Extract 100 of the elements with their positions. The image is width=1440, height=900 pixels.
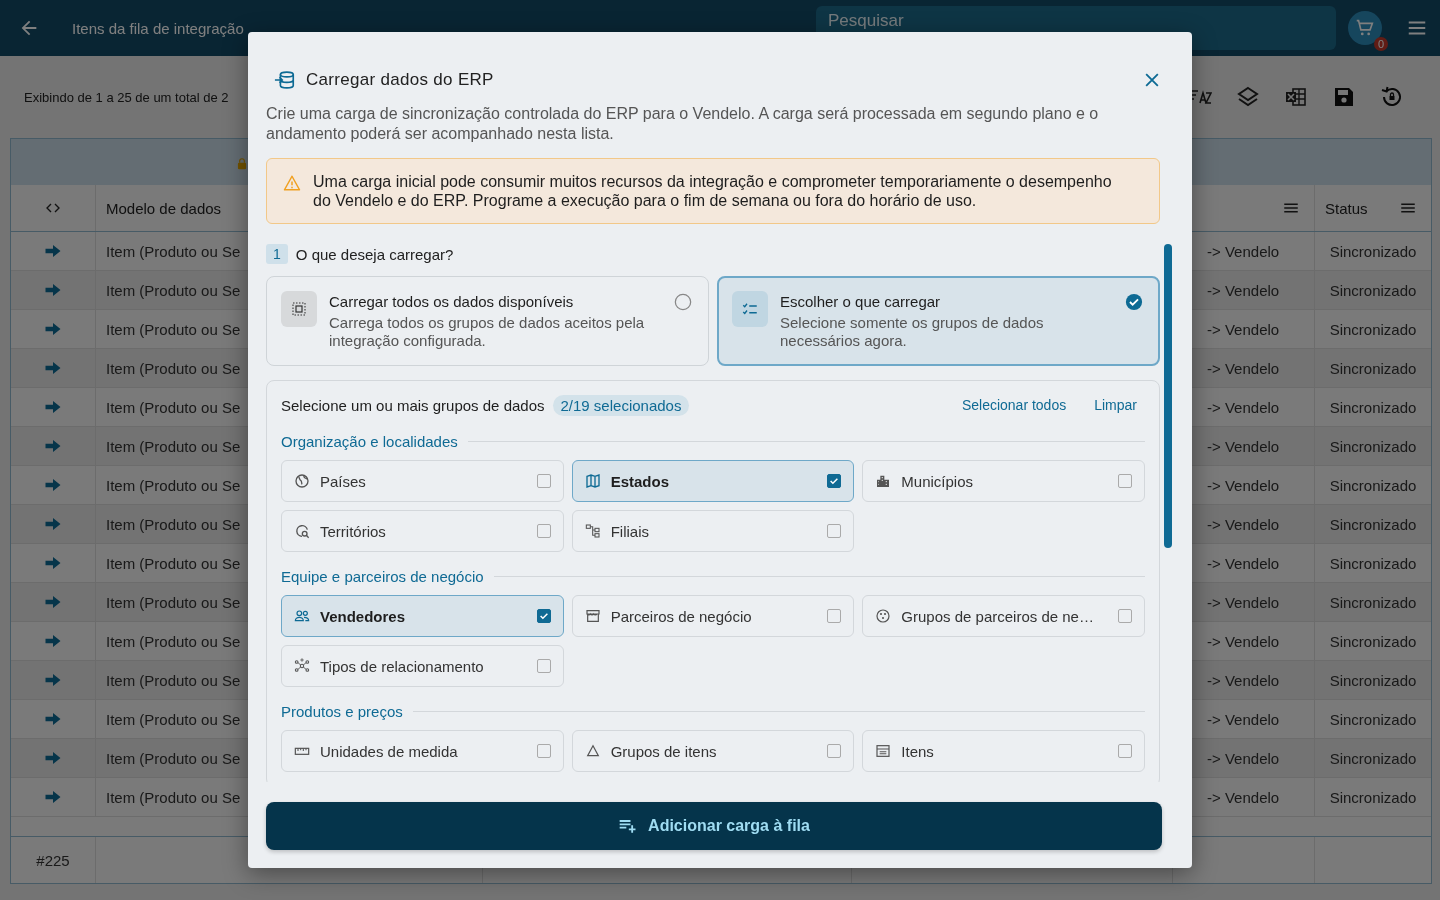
globe-icon xyxy=(294,473,310,489)
data-group-option[interactable]: Grupos de itens xyxy=(571,730,855,772)
table-cell: Item (Produto ou Se xyxy=(106,359,241,377)
network-icon xyxy=(294,658,310,674)
page-title: Itens da fila de integração xyxy=(72,19,245,37)
data-group-option[interactable]: Filiais xyxy=(571,510,855,552)
checkbox[interactable] xyxy=(827,744,842,758)
spreadsheet-icon[interactable] xyxy=(1284,85,1308,109)
table-cell: Sincronizado xyxy=(1329,671,1417,689)
data-group-option[interactable]: Países xyxy=(281,460,564,502)
option-card[interactable]: Carregar todos os dados disponíveis Carrega todos os grupos de dados aceitos pela integração configurada. xyxy=(266,276,709,366)
column-header[interactable]: Modelo de dados xyxy=(106,199,222,217)
checkbox[interactable] xyxy=(1118,609,1132,623)
table-cell: Item (Produto ou Se xyxy=(106,515,241,533)
option-description: Selecione somente os grupos de dados necessários agora. xyxy=(780,314,1045,350)
lock-icon xyxy=(235,157,249,171)
add-to-queue-button[interactable]: Adicionar carga à fila xyxy=(266,802,1162,850)
table-cell: Item (Produto ou Se xyxy=(106,554,241,572)
table-cell: Sincronizado xyxy=(1329,710,1417,728)
circle-dots-icon xyxy=(875,608,892,624)
layers-icon[interactable] xyxy=(1236,85,1260,109)
table-cell: -> Vendelo xyxy=(1207,476,1280,494)
data-group-option[interactable]: Unidades de medida xyxy=(281,730,564,772)
right-arrow-icon[interactable] xyxy=(44,788,62,806)
table-cell: Sincronizado xyxy=(1329,476,1417,494)
right-arrow-icon[interactable] xyxy=(44,593,62,611)
table-cell: Item (Produto ou Se xyxy=(106,593,241,611)
right-arrow-icon[interactable] xyxy=(44,398,62,416)
map-icon xyxy=(584,473,601,489)
table-cell: -> Vendelo xyxy=(1207,515,1280,533)
results-summary: Exibindo de 1 a 25 de um total de 2 xyxy=(24,89,230,105)
checkbox[interactable] xyxy=(827,609,842,623)
checkbox[interactable] xyxy=(536,609,551,623)
table-cell: Sincronizado xyxy=(1329,788,1417,806)
list-icon xyxy=(875,743,892,759)
table-cell: Sincronizado xyxy=(1329,320,1417,338)
right-arrow-icon[interactable] xyxy=(44,632,62,650)
group-title: Equipe e parceiros de negócio xyxy=(281,568,484,585)
table-cell: Item (Produto ou Se xyxy=(106,437,241,455)
dialog-title: Carregar dados do ERP xyxy=(306,70,495,90)
right-arrow-icon[interactable] xyxy=(44,437,62,455)
data-group-option[interactable]: Parceiros de negócio xyxy=(571,595,855,637)
right-arrow-icon[interactable] xyxy=(44,554,62,572)
save-icon[interactable] xyxy=(1332,85,1356,109)
group-title: Produtos e preços xyxy=(281,703,403,720)
checkbox[interactable] xyxy=(536,524,551,538)
right-arrow-icon[interactable] xyxy=(44,515,62,533)
right-arrow-icon[interactable] xyxy=(44,671,62,689)
data-group-option[interactable]: Itens xyxy=(862,730,1145,772)
select-all-link[interactable]: Selecionar todos xyxy=(961,397,1067,413)
scrollbar-thumb[interactable] xyxy=(1164,244,1172,548)
table-cell: -> Vendelo xyxy=(1207,242,1280,260)
data-group-option[interactable]: Tipos de relacionamento xyxy=(281,645,564,687)
checkbox[interactable] xyxy=(1118,744,1132,758)
table-cell: Sincronizado xyxy=(1329,281,1417,299)
checkbox[interactable] xyxy=(1118,474,1132,488)
database-import-icon xyxy=(274,69,296,91)
table-cell: Sincronizado xyxy=(1329,515,1417,533)
right-arrow-icon[interactable] xyxy=(44,476,62,494)
right-arrow-icon[interactable] xyxy=(44,281,62,299)
globe-search-icon xyxy=(294,523,310,539)
table-cell: -> Vendelo xyxy=(1207,437,1280,455)
table-cell: Sincronizado xyxy=(1329,398,1417,416)
table-cell: -> Vendelo xyxy=(1207,359,1280,377)
data-group-option[interactable]: Estados xyxy=(571,460,855,502)
checkbox[interactable] xyxy=(827,524,842,538)
restore-icon[interactable] xyxy=(1380,85,1404,109)
dialog-description: Crie uma carga de sincronização controlada do ERP para o Vendelo. A carga será processada em segundo plano e o andamento poderá ser acompanhado nesta lista. xyxy=(266,104,1100,144)
store-icon xyxy=(584,608,601,624)
checkbox[interactable] xyxy=(536,744,551,758)
right-arrow-icon[interactable] xyxy=(44,710,62,728)
table-cell: Sincronizado xyxy=(1329,554,1417,572)
right-arrow-icon[interactable] xyxy=(44,749,62,767)
table-cell: Sincronizado xyxy=(1329,359,1417,377)
data-group-option[interactable]: Vendedores xyxy=(281,595,564,637)
column-header[interactable]: Status xyxy=(1325,199,1368,217)
table-cell: Item (Produto ou Se xyxy=(106,476,241,494)
option-description: Carrega todos os grupos de dados aceitos pela integração configurada. xyxy=(329,314,646,350)
table-cell: Item (Produto ou Se xyxy=(106,320,241,338)
option-card[interactable]: Escolher o que carregar Selecione somente os grupos de dados necessários agora. xyxy=(717,276,1160,366)
row-count: #225 xyxy=(36,851,70,869)
checkbox[interactable] xyxy=(827,474,842,488)
table-cell: Item (Produto ou Se xyxy=(106,710,241,728)
clear-link[interactable]: Limpar xyxy=(1094,397,1137,413)
right-arrow-icon[interactable] xyxy=(44,359,62,377)
table-cell: -> Vendelo xyxy=(1207,554,1280,572)
checkbox[interactable] xyxy=(536,659,551,673)
radio-icon xyxy=(674,293,692,311)
checkbox[interactable] xyxy=(536,474,551,488)
table-cell: -> Vendelo xyxy=(1207,593,1280,611)
table-cell: Item (Produto ou Se xyxy=(106,788,241,806)
data-group-option[interactable]: Grupos de parceiros de ne… xyxy=(862,595,1145,637)
hierarchy-icon xyxy=(584,523,601,539)
table-cell: Item (Produto ou Se xyxy=(106,398,241,416)
people-icon xyxy=(294,608,310,624)
data-group-option[interactable]: Territórios xyxy=(281,510,564,552)
table-cell: -> Vendelo xyxy=(1207,710,1280,728)
right-arrow-icon[interactable] xyxy=(44,242,62,260)
right-arrow-icon[interactable] xyxy=(44,320,62,338)
data-group-option[interactable]: Municípios xyxy=(862,460,1145,502)
